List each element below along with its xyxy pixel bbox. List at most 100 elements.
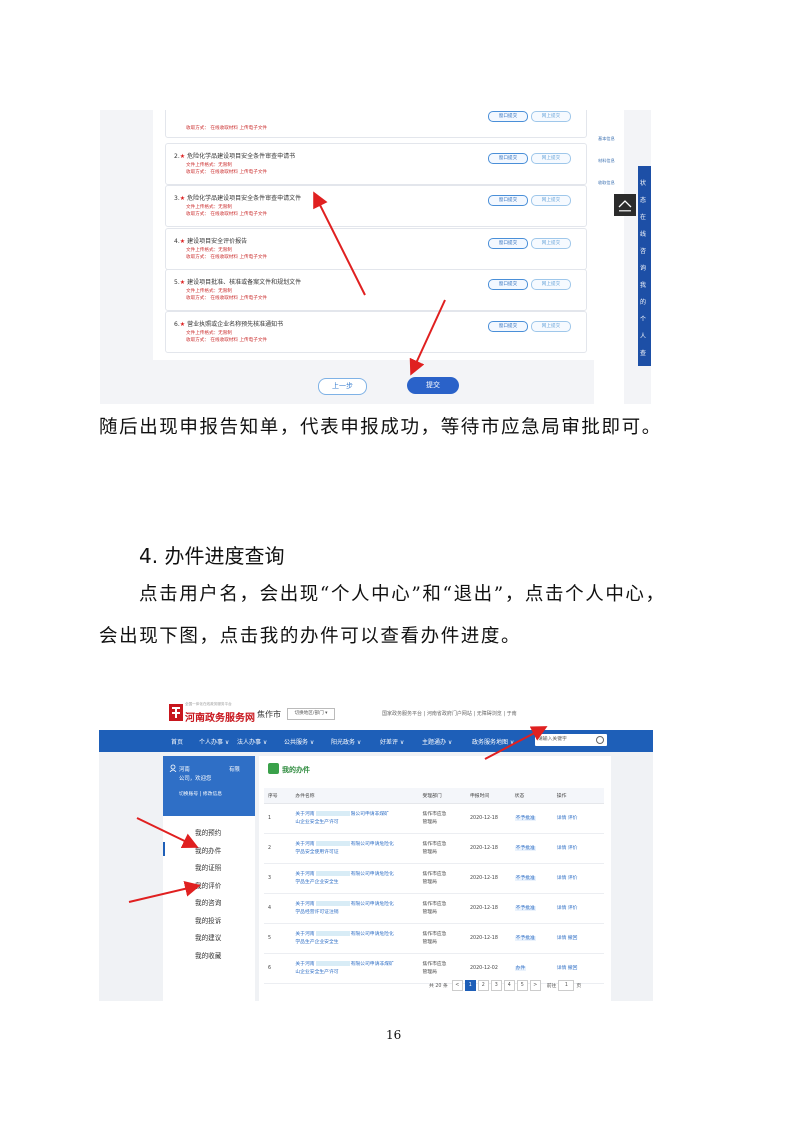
goto-input[interactable]: 1 <box>558 980 575 991</box>
nav-item[interactable]: 阳光政务 ∨ <box>331 737 361 746</box>
case-name-middle[interactable]: 有限公司申请非煤矿 <box>351 962 394 967</box>
cell-name[interactable]: 关于河南 有限公司申请危险化学品生产企业安全生 <box>291 923 419 954</box>
case-name-prefix[interactable]: 关于河南 <box>295 842 314 847</box>
page-button[interactable]: < <box>451 980 463 991</box>
case-name-rest[interactable]: 学品生产企业安全生 <box>295 940 338 945</box>
material-receive-method: 收取方式： 在线收取材料 上传电子文件 <box>186 338 268 343</box>
switch-region-button[interactable]: 切换地区/部门 ▾ <box>287 708 335 720</box>
user-sidebar: 河南 有限 公司，欢迎您 切换账号 | 修改信息 我的预约我的办件我的证照我的评… <box>163 756 255 1001</box>
sidebar-char[interactable]: 态 <box>640 195 646 204</box>
page-button[interactable]: 1 <box>464 980 476 991</box>
nav-item[interactable]: 公共服务 ∨ <box>284 737 314 746</box>
sidebar-menu-item[interactable]: 我的评价 <box>195 880 221 890</box>
window-submit-button[interactable]: 窗口提交 <box>488 153 528 164</box>
online-submit-button[interactable]: 网上提交 <box>531 153 571 164</box>
top-links[interactable]: 国家政务服务平台 | 河南省政府门户网站 | 无障碍浏览 | 于南 <box>382 710 517 717</box>
sidebar-menu-item[interactable]: 我的建议 <box>195 932 221 942</box>
side-link-basic-info[interactable]: 基本信息 <box>598 136 615 142</box>
case-name-prefix[interactable]: 关于河南 <box>295 932 314 937</box>
cell-operations[interactable]: 详情 撤回 <box>552 953 604 984</box>
case-name-rest[interactable]: 学品生产企业安全生 <box>295 880 338 885</box>
table-row[interactable]: 5 关于河南 有限公司申请危险化 学品生产企业安全生 焦作市应急 管理局 2020-12-1… <box>264 923 604 954</box>
nav-item[interactable]: 好差评 ∨ <box>380 737 404 746</box>
table-row[interactable]: 3 关于河南 有限公司申请危险化 学品生产企业安全生 焦作市应急 管理局 2020-12-1… <box>264 863 604 894</box>
user-info-box: 河南 有限 公司，欢迎您 切换账号 | 修改信息 <box>163 756 255 816</box>
window-submit-button[interactable]: 窗口提交 <box>488 321 528 332</box>
sidebar-char[interactable]: 个 <box>640 314 646 323</box>
sidebar-char[interactable]: 查 <box>640 348 646 357</box>
case-name-rest[interactable]: 学品经营许可证注销 <box>295 910 338 915</box>
cell-name[interactable]: 关于河南 有限公司申请危险化学品经营许可证注销 <box>291 893 419 924</box>
cell-operations[interactable]: 详情 评价 <box>552 803 604 834</box>
sidebar-char[interactable]: 我 <box>640 280 646 289</box>
case-name-prefix[interactable]: 关于河南 <box>295 902 314 907</box>
window-submit-button[interactable]: 窗口提交 <box>488 111 528 122</box>
page-button[interactable]: > <box>529 980 541 991</box>
page-button[interactable]: 4 <box>503 980 515 991</box>
sidebar-menu-item[interactable]: 我的证照 <box>195 862 221 872</box>
case-name-middle[interactable]: 限公司申请非煤矿 <box>351 812 389 817</box>
case-name-middle[interactable]: 有限公司申请危险化 <box>351 842 394 847</box>
cell-name[interactable]: 关于河南 有限公司申请危险化学品安全使用许可证 <box>291 833 419 864</box>
nav-item[interactable]: 首页 <box>171 737 183 746</box>
page-button[interactable]: 5 <box>516 980 528 991</box>
table-row[interactable]: 1 关于河南 限公司申请非煤矿 山企业安全生产许可 焦作市应急 管理局 2020-12-18… <box>264 803 604 834</box>
sidebar-menu-item[interactable]: 我的预约 <box>195 827 221 837</box>
cell-name[interactable]: 关于河南 限公司申请非煤矿山企业安全生产许可 <box>291 803 419 834</box>
sidebar-menu-item[interactable]: 我的咨询 <box>195 897 221 907</box>
cell-operations[interactable]: 详情 评价 <box>552 833 604 864</box>
cell-operations[interactable]: 详情 撤回 <box>552 923 604 954</box>
sidebar-char[interactable]: 在 <box>640 212 646 221</box>
page-button[interactable]: 3 <box>490 980 502 991</box>
sidebar-char[interactable]: 咨 <box>640 246 646 255</box>
online-submit-button[interactable]: 网上提交 <box>531 195 571 206</box>
sidebar-char[interactable]: 人 <box>640 331 646 340</box>
sidebar-char[interactable]: 状 <box>640 178 646 187</box>
case-name-middle[interactable]: 有限公司申请危险化 <box>351 932 394 937</box>
cell-operations[interactable]: 详情 评价 <box>552 863 604 894</box>
nav-item[interactable]: 主题通办 ∨ <box>422 737 452 746</box>
case-name-prefix[interactable]: 关于河南 <box>295 812 314 817</box>
search-input[interactable]: 请输入关键字 <box>535 734 607 746</box>
sidebar-char[interactable]: 线 <box>640 229 646 238</box>
case-name-rest[interactable]: 学品安全使用许可证 <box>295 850 338 855</box>
online-submit-button[interactable]: 网上提交 <box>531 279 571 290</box>
side-link-receive-info[interactable]: 收取信息 <box>598 180 615 186</box>
window-submit-button[interactable]: 窗口提交 <box>488 279 528 290</box>
floating-sidebar[interactable]: 状态在线咨询我的个人查 <box>638 166 651 366</box>
side-link-material-info[interactable]: 材料信息 <box>598 158 615 164</box>
sidebar-char[interactable]: 的 <box>640 297 646 306</box>
table-row[interactable]: 6 关于河南 有限公司申请非煤矿 山企业安全生产许可 焦作市应急 管理局 2020-12-0… <box>264 953 604 984</box>
sidebar-menu-item[interactable]: 我的投诉 <box>195 915 221 925</box>
user-name[interactable]: 河南 <box>179 765 190 773</box>
previous-step-button[interactable]: 上一步 <box>318 378 367 395</box>
cell-date: 2020-12-18 <box>466 833 511 864</box>
table-row[interactable]: 4 关于河南 有限公司申请危险化 学品经营许可证注销 焦作市应急 管理局 2020-12-1… <box>264 893 604 924</box>
sidebar-char[interactable]: 询 <box>640 263 646 272</box>
case-name-prefix[interactable]: 关于河南 <box>295 962 314 967</box>
search-icon[interactable] <box>596 736 604 744</box>
online-submit-button[interactable]: 网上提交 <box>531 111 571 122</box>
window-submit-button[interactable]: 窗口提交 <box>488 238 528 249</box>
cell-name[interactable]: 关于河南 有限公司申请危险化学品生产企业安全生 <box>291 863 419 894</box>
submit-button[interactable]: 提交 <box>407 377 459 394</box>
case-name-middle[interactable]: 有限公司申请危险化 <box>351 902 394 907</box>
user-links[interactable]: 切换账号 | 修改信息 <box>179 790 222 797</box>
nav-item[interactable]: 个人办事 ∨ <box>199 737 229 746</box>
cell-name[interactable]: 关于河南 有限公司申请非煤矿山企业安全生产许可 <box>291 953 419 984</box>
page-button[interactable]: 2 <box>477 980 489 991</box>
nav-item[interactable]: 法人办事 ∨ <box>237 737 267 746</box>
sidebar-menu-item[interactable]: 我的收藏 <box>195 950 221 960</box>
online-submit-button[interactable]: 网上提交 <box>531 321 571 332</box>
sidebar-menu-item[interactable]: 我的办件 <box>195 845 221 855</box>
case-name-prefix[interactable]: 关于河南 <box>295 872 314 877</box>
online-submit-button[interactable]: 网上提交 <box>531 238 571 249</box>
case-name-rest[interactable]: 山企业安全生产许可 <box>295 970 338 975</box>
cell-operations[interactable]: 详情 评价 <box>552 893 604 924</box>
nav-item[interactable]: 政务服务地图 ∨ <box>472 737 514 746</box>
window-submit-button[interactable]: 窗口提交 <box>488 195 528 206</box>
case-name-rest[interactable]: 山企业安全生产许可 <box>295 820 338 825</box>
case-name-middle[interactable]: 有限公司申请危险化 <box>351 872 394 877</box>
table-row[interactable]: 2 关于河南 有限公司申请危险化 学品安全使用许可证 焦作市应急 管理局 2020-12-1… <box>264 833 604 864</box>
site-name[interactable]: 河南政务服务网 <box>185 709 255 724</box>
